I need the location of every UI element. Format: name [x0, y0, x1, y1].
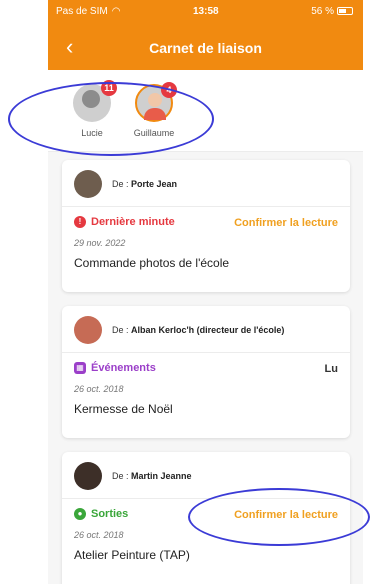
category-label: ▦ Événements — [74, 362, 156, 374]
carrier-text: Pas de SIM — [56, 6, 108, 17]
message-date: 29 nov. 2022 — [74, 238, 126, 248]
category-text: Événements — [91, 362, 156, 374]
message-subject: Atelier Peinture (TAP) — [74, 548, 190, 562]
carrier-label: Pas de SIM ◠ — [56, 6, 120, 17]
sender-name: Martin Jeanne — [131, 471, 192, 481]
divider — [62, 352, 350, 353]
message-subject: Kermesse de Noël — [74, 402, 173, 416]
message-sender: De : Porte Jean — [74, 170, 338, 200]
app-header: Pas de SIM ◠ 13:58 56 % ‹ Carnet de liais… — [48, 0, 363, 70]
sender-avatar — [74, 170, 102, 198]
confirm-read-button[interactable]: Confirmer la lecture — [234, 217, 338, 229]
message-subject: Commande photos de l'école — [74, 256, 230, 270]
page-title: Carnet de liaison — [149, 40, 262, 56]
calendar-icon: ▦ — [74, 362, 86, 374]
alert-icon: ! — [74, 216, 86, 228]
from-prefix: De : — [112, 179, 129, 189]
location-icon: ● — [74, 508, 86, 520]
battery-icon — [337, 7, 353, 16]
message-card[interactable]: De : Porte Jean ! Dernière minute Confir… — [62, 160, 350, 292]
sender-name: Alban Kerloc'h (directeur de l'école) — [131, 325, 285, 335]
sender-text: De : Alban Kerloc'h (directeur de l'écol… — [112, 325, 284, 335]
message-date: 26 oct. 2018 — [74, 384, 124, 394]
sender-text: De : Martin Jeanne — [112, 471, 192, 481]
message-card[interactable]: De : Alban Kerloc'h (directeur de l'écol… — [62, 306, 350, 438]
status-bar: Pas de SIM ◠ 13:58 56 % — [48, 0, 363, 22]
annotation-ellipse-children — [8, 82, 214, 156]
message-date: 26 oct. 2018 — [74, 530, 124, 540]
category-label: ! Dernière minute — [74, 216, 175, 228]
read-status: Lu — [324, 363, 338, 375]
category-text: Dernière minute — [91, 216, 175, 228]
battery-indicator: 56 % — [311, 6, 353, 17]
annotation-ellipse-confirm — [188, 488, 370, 546]
category-text: Sorties — [91, 508, 129, 520]
category-label: ● Sorties — [74, 508, 128, 520]
message-sender: De : Martin Jeanne — [74, 462, 338, 492]
sender-name: Porte Jean — [131, 179, 178, 189]
wifi-icon: ◠ — [111, 6, 121, 17]
battery-text: 56 % — [311, 6, 334, 17]
message-sender: De : Alban Kerloc'h (directeur de l'écol… — [74, 316, 338, 346]
divider — [62, 206, 350, 207]
clock: 13:58 — [193, 6, 219, 17]
sender-avatar — [74, 462, 102, 490]
sender-avatar — [74, 316, 102, 344]
from-prefix: De : — [112, 325, 129, 335]
sender-text: De : Porte Jean — [112, 179, 177, 189]
from-prefix: De : — [112, 471, 129, 481]
